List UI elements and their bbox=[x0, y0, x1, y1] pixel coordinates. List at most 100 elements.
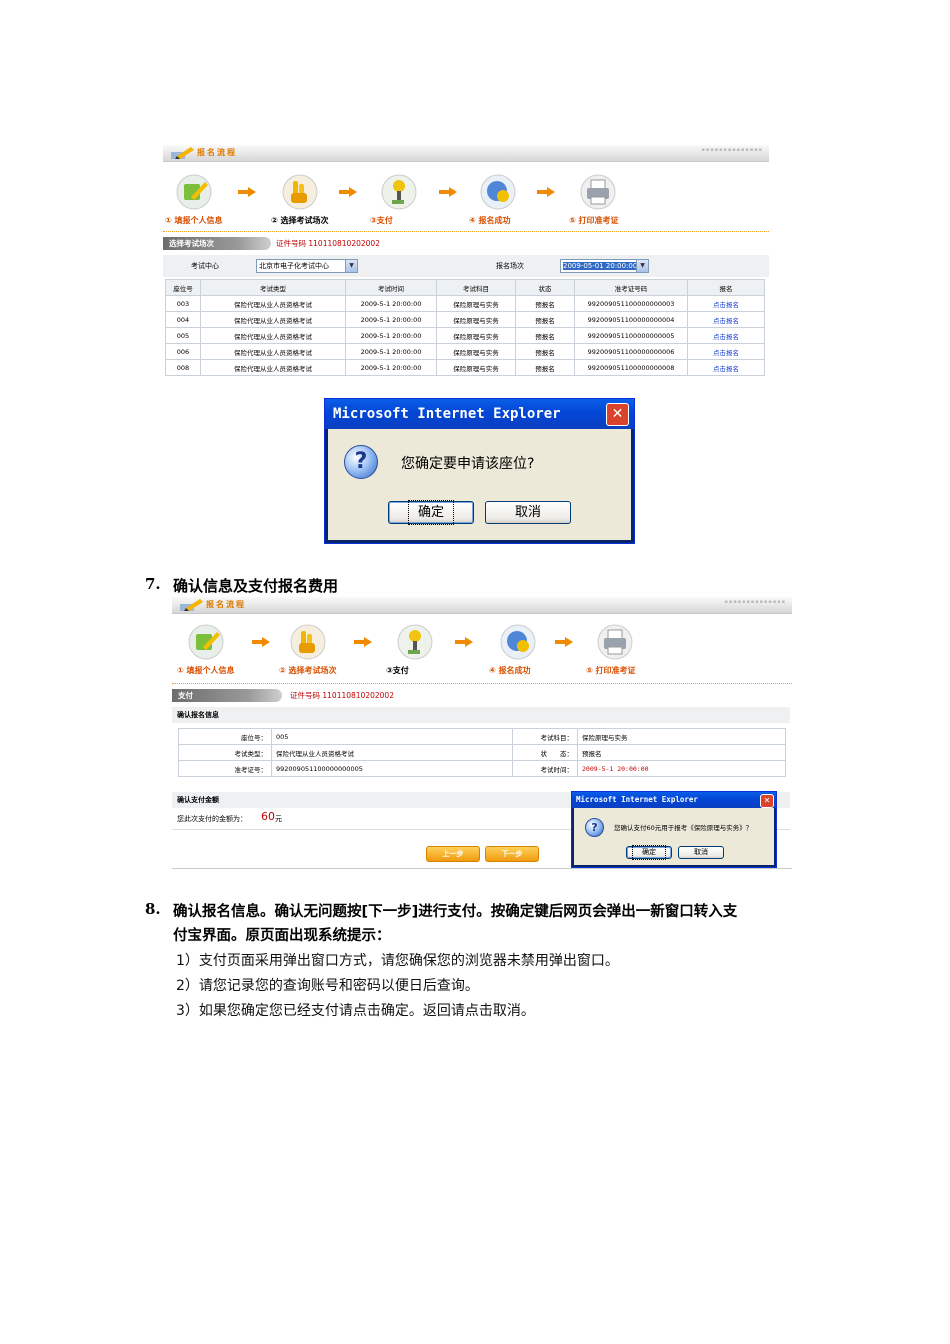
step-4: ④ 报名成功 bbox=[489, 623, 569, 685]
pay-amount: 60 bbox=[261, 810, 275, 823]
dialog-message: 您确定要申请该座位? bbox=[401, 456, 535, 472]
status-label: 状 态： bbox=[512, 744, 578, 761]
cell: 预报名 bbox=[515, 343, 575, 360]
table-row: 008 保险代理从业人员资格考试 2009-5-1 20:00:00 保险原理与实务预… bbox=[165, 359, 765, 376]
table-header: 座位号 考试类型 考试时间 考试科目 状态 准考证号码 报名 bbox=[165, 279, 765, 296]
dialog-titlebar: Microsoft Internet Explorer bbox=[572, 792, 776, 808]
table-row: 座位号： 005 考试科目： 保险原理与实务 bbox=[178, 728, 786, 745]
cell: 保险原理与实务 bbox=[436, 359, 516, 376]
step-5: ⑤ 打印准考证 bbox=[586, 623, 666, 685]
cell: 2009-5-1 20:00:00 bbox=[345, 295, 437, 312]
ok-label: 确定 bbox=[407, 500, 455, 525]
seat-label: 座位号： bbox=[178, 728, 272, 745]
session-select[interactable]: 2009-05-01 20:00:00 ▼ bbox=[560, 259, 649, 273]
chevron-down-icon[interactable]: ▼ bbox=[345, 260, 357, 272]
question-icon: ? bbox=[585, 818, 604, 837]
session-select-value: 2009-05-01 20:00:00 bbox=[563, 262, 638, 270]
seat-table: 座位号 考试类型 考试时间 考试科目 状态 准考证号码 报名 003 保险代理从业… bbox=[165, 279, 765, 376]
cell: 992009051100000000004 bbox=[574, 311, 688, 328]
cell: 992009051100000000005 bbox=[574, 327, 688, 344]
header-decoration: ▪▪▪▪▪▪▪▪▪▪▪▪▪▪ bbox=[724, 599, 786, 605]
cell: 992009051100000000008 bbox=[574, 359, 688, 376]
next-button[interactable]: 下一步 bbox=[485, 846, 539, 862]
col-subject: 考试科目 bbox=[436, 279, 516, 296]
table-row: 考试类型： 保险代理从业人员资格考试 状 态： 预报名 bbox=[178, 744, 786, 761]
cell: 003 bbox=[165, 295, 201, 312]
dialog-body: ? 您确认支付60元用于报考《保险原理与实务》？ 确定 取消 bbox=[574, 808, 774, 865]
section-7-number: 7. bbox=[145, 575, 161, 593]
section-title: 选择考试场次 bbox=[163, 237, 271, 250]
seat-value: 005 bbox=[271, 728, 513, 745]
arrow-right-icon bbox=[439, 187, 457, 197]
close-icon[interactable]: ✕ bbox=[606, 403, 629, 426]
ok-label: 确定 bbox=[632, 845, 666, 860]
step-label: ④ 报名成功 bbox=[469, 216, 511, 225]
panel-bottom-border bbox=[172, 868, 792, 869]
close-icon[interactable]: ✕ bbox=[760, 794, 774, 808]
cell: 005 bbox=[165, 327, 201, 344]
prev-button[interactable]: 上一步 bbox=[426, 846, 480, 862]
step-2: ② 选择考试场次 bbox=[279, 623, 359, 685]
dotted-divider bbox=[163, 231, 769, 232]
center-select[interactable]: 北京市电子化考试中心 ▼ bbox=[256, 259, 358, 273]
ticket-label: 准考证号： bbox=[178, 760, 272, 777]
center-select-value: 北京市电子化考试中心 bbox=[259, 262, 329, 270]
arrow-right-icon bbox=[238, 187, 256, 197]
edit-icon bbox=[176, 174, 212, 210]
arrow-right-icon bbox=[537, 187, 555, 197]
apply-link[interactable]: 点击报名 bbox=[687, 311, 765, 328]
step-1: ① 填报个人信息 bbox=[177, 623, 257, 685]
apply-link[interactable]: 点击报名 bbox=[687, 359, 765, 376]
col-apply: 报名 bbox=[687, 279, 765, 296]
arrow-right-icon bbox=[354, 637, 372, 647]
table-row: 004 保险代理从业人员资格考试 2009-5-1 20:00:00 保险原理与实务预… bbox=[165, 311, 765, 328]
section-8-line1: 确认报名信息。确认无问题按[下一步]进行支付。按确定键后网页会弹出一新窗口转入支 bbox=[173, 904, 738, 920]
section-8-item-3: 3）如果您确定您已经支付请点击确定。返回请点击取消。 bbox=[176, 1003, 535, 1019]
cell: 保险原理与实务 bbox=[436, 311, 516, 328]
dialog-message: 您确认支付60元用于报考《保险原理与实务》？ bbox=[614, 824, 753, 832]
apply-link[interactable]: 点击报名 bbox=[687, 343, 765, 360]
ticket-value: 992009051100000000005 bbox=[271, 760, 513, 777]
cell: 预报名 bbox=[515, 359, 575, 376]
cancel-button[interactable]: 取消 bbox=[485, 501, 571, 524]
cell: 保险代理从业人员资格考试 bbox=[200, 359, 346, 376]
cell: 保险代理从业人员资格考试 bbox=[200, 327, 346, 344]
payment-icon bbox=[397, 624, 433, 660]
ok-button[interactable]: 确定 bbox=[626, 845, 672, 860]
flow-header: 报名流程 ▪▪▪▪▪▪▪▪▪▪▪▪▪▪ bbox=[172, 597, 792, 614]
section-8-number: 8. bbox=[145, 900, 161, 918]
status-value: 预报名 bbox=[577, 744, 786, 761]
apply-link[interactable]: 点击报名 bbox=[687, 295, 765, 312]
subject-value: 保险原理与实务 bbox=[577, 728, 786, 745]
confirm-info-table: 座位号： 005 考试科目： 保险原理与实务 考试类型： 保险代理从业人员资格考… bbox=[178, 728, 786, 777]
arrow-right-icon bbox=[339, 187, 357, 197]
session-label: 报名场次 bbox=[496, 262, 524, 270]
flow-title: 报名流程 bbox=[197, 148, 237, 157]
apply-link[interactable]: 点击报名 bbox=[687, 327, 765, 344]
cell: 保险代理从业人员资格考试 bbox=[200, 295, 346, 312]
cell: 008 bbox=[165, 359, 201, 376]
pay-label: 您此次支付的金额为： bbox=[177, 815, 247, 823]
screenshot-select-session: 报名流程 ▪▪▪▪▪▪▪▪▪▪▪▪▪▪ ① 填报个人信息 ② 选择考试场次 ③支… bbox=[163, 145, 769, 385]
cancel-label: 取消 bbox=[694, 848, 708, 856]
hand-icon bbox=[282, 174, 318, 210]
cell: 992009051100000000003 bbox=[574, 295, 688, 312]
type-value: 保险代理从业人员资格考试 bbox=[271, 744, 513, 761]
time-label: 考试时间： bbox=[512, 760, 578, 777]
payment-icon bbox=[381, 174, 417, 210]
cancel-button[interactable]: 取消 bbox=[678, 846, 724, 859]
time-value: 2009-5-1 20:00:00 bbox=[577, 760, 786, 777]
step-label: ① 填报个人信息 bbox=[165, 216, 223, 225]
pay-title: 确认支付金额 bbox=[177, 796, 219, 804]
filter-row bbox=[163, 255, 769, 277]
step-3: ③支付 bbox=[370, 173, 450, 235]
ok-button[interactable]: 确定 bbox=[388, 500, 474, 525]
step-4: ④ 报名成功 bbox=[469, 173, 549, 235]
chevron-down-icon[interactable]: ▼ bbox=[636, 260, 648, 272]
hand-icon bbox=[290, 624, 326, 660]
table-row: 准考证号： 992009051100000000005 考试时间： 2009-5… bbox=[178, 760, 786, 777]
step-5: ⑤ 打印准考证 bbox=[569, 173, 649, 235]
step-label: ② 选择考试场次 bbox=[271, 216, 329, 225]
dotted-divider bbox=[172, 683, 792, 684]
cell: 保险代理从业人员资格考试 bbox=[200, 343, 346, 360]
